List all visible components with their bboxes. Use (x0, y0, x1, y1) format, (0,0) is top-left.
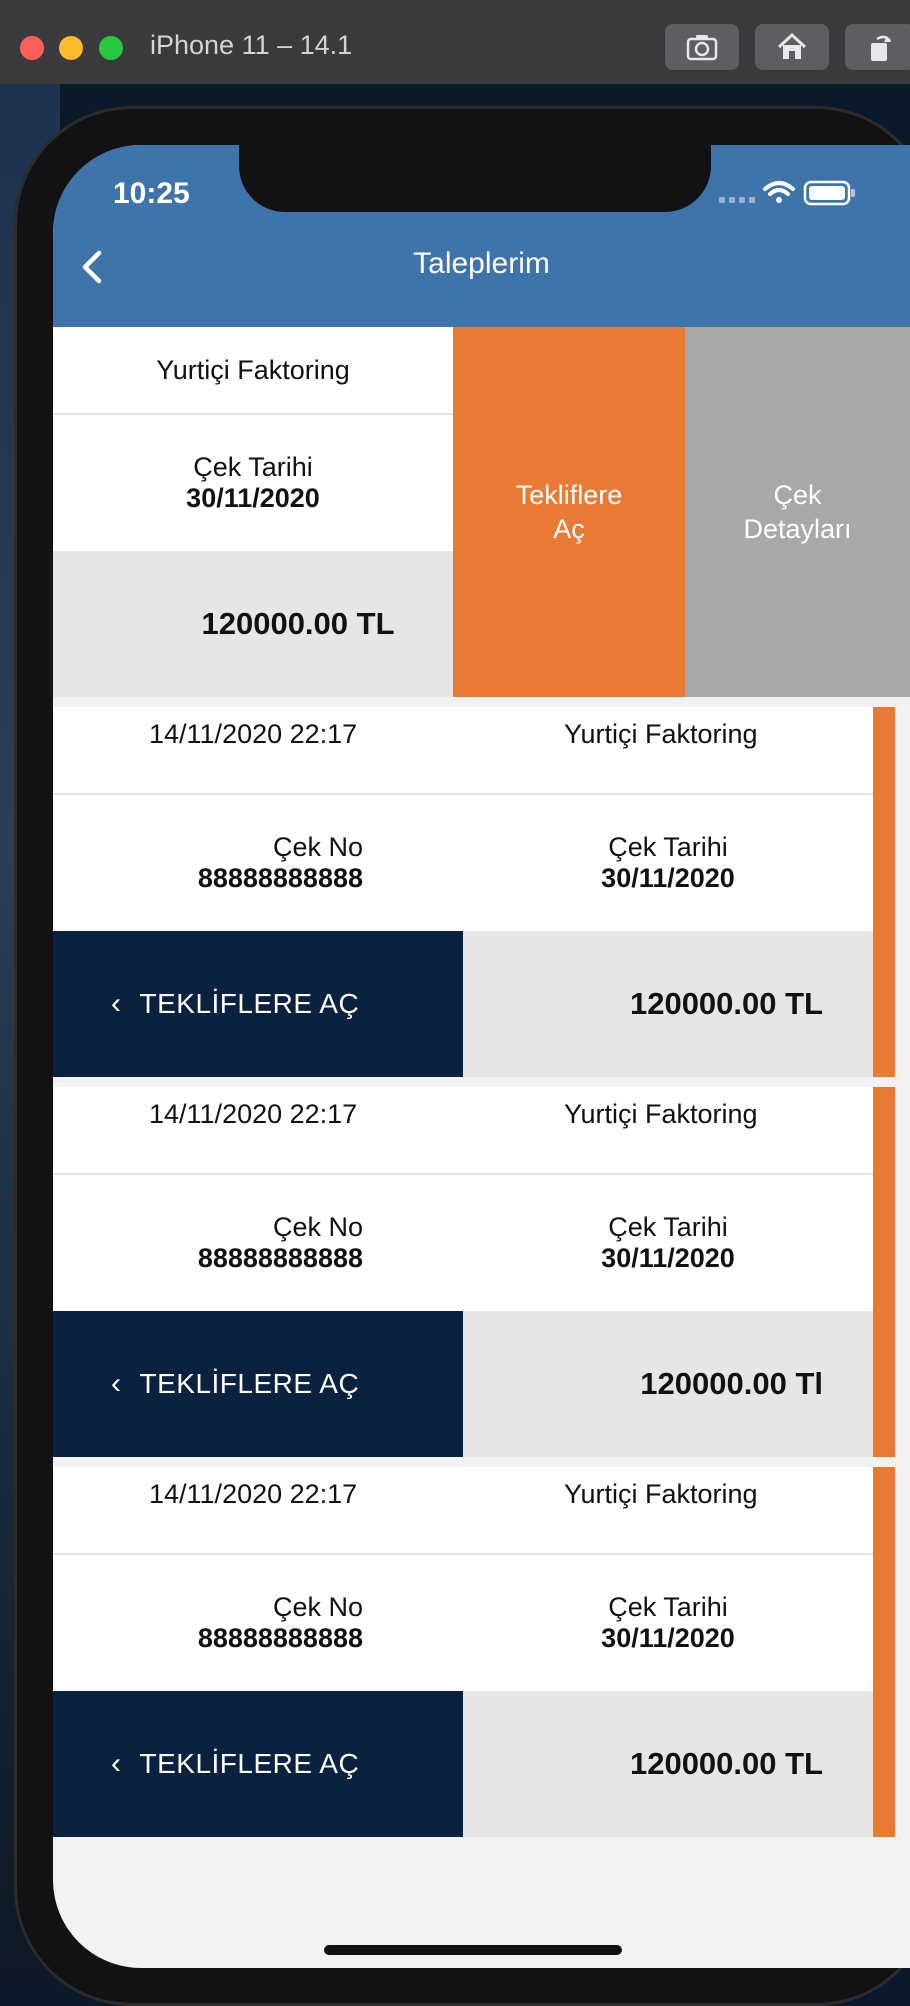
home-icon (777, 32, 807, 59)
request-datetime: 14/11/2020 22:17 (149, 1479, 358, 1509)
close-window-button[interactable] (20, 36, 44, 60)
home-indicator[interactable] (324, 1945, 622, 1955)
request-datetime: 14/11/2020 22:17 (149, 719, 358, 749)
header-cell: 14/11/2020 22:17 Yurtiçi Faktoring (53, 1467, 873, 1553)
check-no-cell: Çek No 88888888888 (53, 1555, 463, 1691)
app-screen: 10:25 Taleplerim Yurtiçi Faktoring Çek T… (53, 145, 910, 1968)
status-time: 10:25 (113, 177, 190, 210)
check-no-label: Çek No (272, 1592, 363, 1622)
amount-cell: 120000.00 TL (463, 1691, 873, 1837)
check-date-value: 30/11/2020 (601, 1623, 735, 1653)
swipe-open-offers-button[interactable]: ‹ TEKLİFLERE AÇ (53, 1691, 463, 1837)
battery-icon (803, 180, 855, 206)
check-no-label: Çek No (272, 832, 363, 862)
signal-icon (719, 197, 755, 203)
check-date-cell: Çek Tarihi 30/11/2020 (463, 1175, 873, 1311)
check-no-label: Çek No (272, 1212, 363, 1242)
header-cell: 14/11/2020 22:17 Yurtiçi Faktoring (53, 707, 873, 793)
check-date-value: 30/11/2020 (601, 863, 735, 893)
company-name: Yurtiçi Faktoring (564, 719, 758, 749)
amount-cell: 120000.00 TL (53, 551, 453, 697)
chevron-left-icon: ‹ (111, 987, 122, 1020)
check-no-cell: Çek No 88888888888 (53, 795, 463, 931)
amount-cell: 120000.00 Tl (463, 1311, 873, 1457)
chevron-left-icon: ‹ (111, 1367, 122, 1400)
zoom-window-button[interactable] (99, 36, 123, 60)
minimize-window-button[interactable] (59, 36, 83, 60)
check-date-cell: Çek Tarihi 30/11/2020 (53, 415, 453, 551)
check-date-value: 30/11/2020 (601, 1243, 735, 1273)
check-no-value: 88888888888 (197, 863, 363, 893)
row-accent-bar (873, 1087, 895, 1457)
list-item[interactable]: 14/11/2020 22:17 Yurtiçi Faktoring Çek N… (53, 707, 910, 1077)
amount-cell: 120000.00 TL (463, 931, 873, 1077)
amount-value: 120000.00 Tl (640, 1366, 823, 1401)
list-item[interactable]: 14/11/2020 22:17 Yurtiçi Faktoring Çek N… (53, 1467, 910, 1837)
row-accent-bar (873, 707, 895, 1077)
open-offers-action-button[interactable]: Tekliflere Aç (453, 327, 685, 697)
check-details-action-button[interactable]: Çek Detayları (685, 327, 910, 697)
device-notch (239, 145, 711, 212)
simulator-title: iPhone 11 – 14.1 (150, 30, 353, 60)
check-date-cell: Çek Tarihi 30/11/2020 (463, 1555, 873, 1691)
row-accent-bar (873, 1467, 895, 1837)
check-date-value: 30/11/2020 (186, 483, 320, 513)
swipe-label: TEKLİFLERE AÇ (139, 1748, 360, 1779)
check-date-cell: Çek Tarihi 30/11/2020 (463, 795, 873, 931)
list-item-swiped[interactable]: Yurtiçi Faktoring Çek Tarihi 30/11/2020 … (53, 327, 910, 697)
simulator-titlebar: iPhone 11 – 14.1 (0, 0, 910, 85)
screenshot-icon (686, 35, 718, 61)
check-date-label: Çek Tarihi (608, 1592, 728, 1622)
company-cell: Yurtiçi Faktoring (53, 327, 453, 413)
header-cell: 14/11/2020 22:17 Yurtiçi Faktoring (53, 1087, 873, 1173)
check-no-value: 88888888888 (197, 1623, 363, 1653)
wifi-icon (763, 181, 795, 203)
check-date-label: Çek Tarihi (608, 832, 728, 862)
company-name: Yurtiçi Faktoring (156, 354, 350, 385)
amount-value: 120000.00 TL (629, 986, 823, 1021)
chevron-left-icon: ‹ (111, 1747, 122, 1780)
check-date-label: Çek Tarihi (193, 452, 313, 482)
request-datetime: 14/11/2020 22:17 (149, 1099, 358, 1129)
navigation-bar: 10:25 Taleplerim (53, 145, 910, 327)
swipe-label: TEKLİFLERE AÇ (139, 1368, 360, 1399)
rotate-button[interactable] (845, 24, 910, 70)
rotate-icon (871, 35, 892, 61)
swipe-open-offers-button[interactable]: ‹ TEKLİFLERE AÇ (53, 931, 463, 1077)
list-item[interactable]: 14/11/2020 22:17 Yurtiçi Faktoring Çek N… (53, 1087, 910, 1457)
amount-value: 120000.00 TL (201, 606, 395, 641)
screenshot-button[interactable] (665, 24, 739, 70)
check-date-label: Çek Tarihi (608, 1212, 728, 1242)
page-title: Taleplerim (413, 247, 550, 280)
swipe-open-offers-button[interactable]: ‹ TEKLİFLERE AÇ (53, 1311, 463, 1457)
amount-value: 120000.00 TL (629, 1746, 823, 1781)
check-no-value: 88888888888 (197, 1243, 363, 1273)
company-name: Yurtiçi Faktoring (564, 1479, 758, 1509)
status-icons (719, 180, 855, 206)
company-name: Yurtiçi Faktoring (564, 1099, 758, 1129)
check-no-cell: Çek No 88888888888 (53, 1175, 463, 1311)
home-button[interactable] (755, 24, 829, 70)
swipe-label: TEKLİFLERE AÇ (139, 988, 360, 1019)
